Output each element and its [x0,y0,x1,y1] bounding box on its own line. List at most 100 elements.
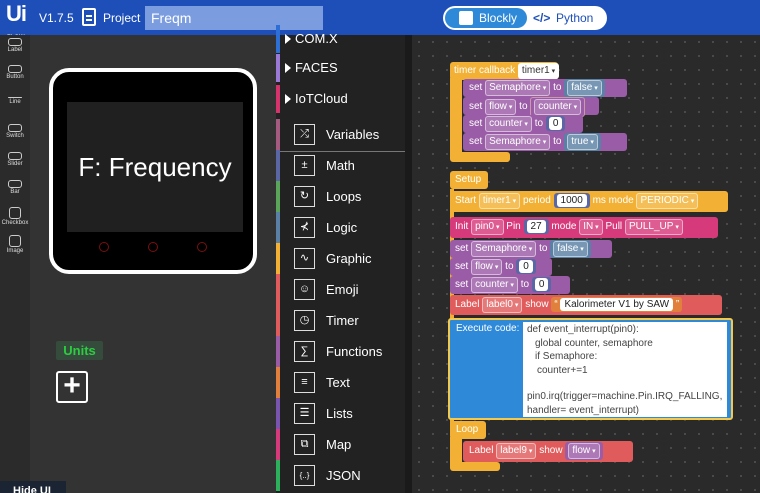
timer-label: Timer [326,313,359,328]
version-label: V1.7.5 [39,11,74,25]
start-timer-block[interactable]: Start timer1 period 1000 ms mode PERIODI… [450,191,728,212]
graphic-icon: ∿ [294,248,315,269]
label-show-block[interactable]: Label label0 show “ Kalorimeter V1 by SA… [450,295,722,315]
hide-ui-button[interactable]: Hide UI [0,481,66,493]
label-dropdown[interactable]: label9 [496,443,537,459]
setup-set-semaphore-block[interactable]: set Semaphore to false [450,240,612,258]
project-icon[interactable] [82,8,96,26]
timer-dropdown[interactable]: timer1 [478,193,521,209]
category-graphic[interactable]: ∿ Graphic [276,243,412,274]
category-map[interactable]: ⧉ Map [276,429,412,460]
set-label: set [455,261,469,272]
python-tab[interactable]: </> Python [529,8,605,28]
functions-icon: ∑ [294,341,315,362]
blockly-tab[interactable]: Blockly [445,8,527,28]
timer-callback-label: timer callback [454,65,516,76]
var-dropdown[interactable]: counter [534,99,582,115]
category-faces[interactable]: FACES [276,54,412,82]
timer-callback-block[interactable]: timer callback timer1 [450,62,560,80]
set-flow-block[interactable]: set flow to counter [463,97,599,117]
bool-dropdown[interactable]: false [553,241,588,257]
period-field[interactable]: 1000 [556,194,587,207]
device-screen[interactable]: F: Frequency [67,102,243,232]
var-dropdown[interactable]: counter [485,116,532,132]
set-counter-zero-block[interactable]: set counter to 0 [463,115,583,133]
category-loops[interactable]: ↻ Loops [276,181,412,212]
setup-set-counter-block[interactable]: set counter to 0 [450,276,570,294]
var-dropdown[interactable]: Semaphore [471,241,537,257]
tool-line[interactable]: Line [0,97,30,105]
category-json[interactable]: {..} JSON [276,460,412,491]
var-dropdown[interactable]: counter [471,277,518,293]
category-iotcloud[interactable]: IoTCloud [276,85,412,113]
mode-dropdown[interactable]: PERIODIC [636,193,699,209]
set-semaphore-false-block[interactable]: set Semaphore to false [463,79,627,97]
bool-dropdown[interactable]: false [567,80,602,96]
category-variables[interactable]: ⤮ Variables [276,119,412,150]
category-emoji[interactable]: ☺ Emoji [276,274,412,305]
switch-icon [8,124,22,132]
ui-tools-sidebar: Label Button Line Switch Slider Bar Chec… [0,35,30,493]
text-field[interactable]: Kalorimeter V1 by SAW [560,298,674,311]
timer-callback-body [450,78,462,158]
to-label: to [539,243,548,254]
timer-callback-name[interactable]: timer1 [517,63,560,79]
line-icon [8,97,22,98]
pull-dropdown[interactable]: PULL_UP [624,219,683,235]
setup-block[interactable]: Setup [450,171,488,189]
category-text[interactable]: ≡ Text [276,367,412,398]
var-dropdown[interactable]: Semaphore [485,80,551,96]
number-field[interactable]: 0 [548,117,563,130]
category-lists[interactable]: ☰ Lists [276,398,412,429]
pin-number-field[interactable]: 27 [526,220,546,233]
tool-slider[interactable]: Slider [0,152,30,167]
button-a-dot [99,242,109,252]
variables-label: Variables [326,127,380,142]
code-line: def event_interrupt(pin0): [527,324,639,335]
number-field[interactable]: 0 [534,278,549,291]
var-dropdown[interactable]: flow [471,259,503,275]
tool-checkbox[interactable]: Checkbox [0,207,30,226]
bool-dropdown[interactable]: true [567,134,598,150]
category-logic[interactable]: ⊀ Logic [276,212,412,243]
tool-button[interactable]: Button [0,65,30,80]
palette-scrollbar[interactable] [405,35,412,493]
var-dropdown[interactable]: flow [485,99,517,115]
button-b-dot [148,242,158,252]
project-label[interactable]: Project [103,11,140,25]
mode-label: mode [551,221,577,232]
tool-switch[interactable]: Switch [0,124,30,139]
in-dropdown[interactable]: IN [579,219,603,235]
code-line: handler= event_interrupt) [527,404,640,416]
set-semaphore-true-block[interactable]: set Semaphore to true [463,133,627,151]
block-palette: COM.X FACES IoTCloud ⤮ Variables ± Math ↻ L… [276,25,412,493]
label-dropdown[interactable]: label0 [482,297,523,313]
category-functions[interactable]: ∑ Functions [276,336,412,367]
tool-label[interactable]: Label [0,38,30,53]
var-dropdown[interactable]: flow [568,443,600,459]
number-field[interactable]: 0 [519,260,533,273]
category-timer[interactable]: ◷ Timer [276,305,412,336]
units-button[interactable]: Units [56,341,103,360]
var-dropdown[interactable]: Semaphore [485,134,551,150]
label-icon [8,38,22,46]
category-comx[interactable]: COM.X [276,25,412,53]
loop-end [450,462,500,471]
pin-label: Pin [506,221,521,232]
loop-label-show-block[interactable]: Label label9 show flow [463,441,633,462]
tool-image[interactable]: Image [0,235,30,254]
code-textarea[interactable]: def event_interrupt(pin0): global counte… [523,322,727,417]
pin-dropdown[interactable]: pin0 [471,219,504,235]
screen-label[interactable]: F: Frequency [78,152,231,182]
lists-label: Lists [326,406,353,421]
set-label: set [455,279,469,290]
init-pin-block[interactable]: Init pin0 Pin 27 mode IN Pull PULL_UP [450,217,718,238]
ms-mode-label: ms mode [592,195,634,206]
tool-bar[interactable]: Bar [0,180,30,195]
category-math[interactable]: ± Math [276,150,412,181]
loops-label: Loops [326,189,362,204]
setup-set-flow-block[interactable]: set flow to 0 [450,258,552,276]
add-unit-button[interactable]: + [56,371,88,403]
map-label: Map [326,437,352,452]
set-label: set [469,101,483,112]
